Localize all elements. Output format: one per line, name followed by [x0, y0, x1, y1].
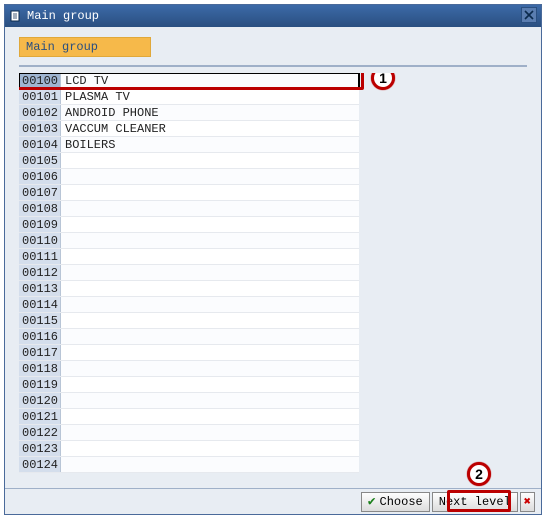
list-row[interactable]: 00109	[19, 217, 359, 233]
window-close-button[interactable]	[521, 7, 537, 23]
row-code: 00105	[19, 153, 61, 168]
list-row[interactable]: 00111	[19, 249, 359, 265]
list-row[interactable]: 00108	[19, 201, 359, 217]
row-code: 00100	[19, 73, 61, 88]
list-row[interactable]: 00115	[19, 313, 359, 329]
row-label	[61, 313, 359, 328]
row-code: 00112	[19, 265, 61, 280]
row-label	[61, 201, 359, 216]
row-label	[61, 457, 359, 472]
list-row[interactable]: 00100LCD TV	[19, 73, 359, 89]
divider	[19, 65, 527, 67]
list-row[interactable]: 00113	[19, 281, 359, 297]
row-label	[61, 377, 359, 392]
list-row[interactable]: 00107	[19, 185, 359, 201]
row-label	[61, 265, 359, 280]
footer: ✔ Choose Next level ✖	[5, 488, 541, 514]
list-row[interactable]: 00110	[19, 233, 359, 249]
row-label	[61, 425, 359, 440]
callout-1: 1	[371, 73, 395, 90]
list-row[interactable]: 00105	[19, 153, 359, 169]
list-row[interactable]: 00116	[19, 329, 359, 345]
dialog-body: Main group 00100LCD TV00101PLASMA TV0010…	[5, 27, 541, 488]
row-code: 00113	[19, 281, 61, 296]
row-code: 00122	[19, 425, 61, 440]
row-label	[61, 281, 359, 296]
row-code: 00121	[19, 409, 61, 424]
row-code: 00120	[19, 393, 61, 408]
window-title: Main group	[27, 9, 517, 23]
row-label	[61, 361, 359, 376]
next-level-button[interactable]: Next level	[432, 492, 518, 512]
row-label	[61, 345, 359, 360]
row-label: VACCUM CLEANER	[61, 121, 359, 136]
dialog: Main group Main group 00100LCD TV00101PL…	[4, 4, 542, 515]
row-label: ANDROID PHONE	[61, 105, 359, 120]
cancel-button[interactable]: ✖	[520, 492, 535, 512]
list-row[interactable]: 00104BOILERS	[19, 137, 359, 153]
row-label: BOILERS	[61, 137, 359, 152]
row-code: 00116	[19, 329, 61, 344]
row-label	[61, 249, 359, 264]
row-label: PLASMA TV	[61, 89, 359, 104]
row-label	[61, 153, 359, 168]
row-label: LCD TV	[61, 73, 359, 88]
choose-button-label: Choose	[380, 495, 423, 509]
row-code: 00104	[19, 137, 61, 152]
cancel-icon: ✖	[524, 494, 531, 509]
row-label	[61, 169, 359, 184]
group-label: Main group	[19, 37, 151, 57]
row-label	[61, 185, 359, 200]
list-row[interactable]: 00120	[19, 393, 359, 409]
list-row[interactable]: 00102ANDROID PHONE	[19, 105, 359, 121]
list-row[interactable]: 00103VACCUM CLEANER	[19, 121, 359, 137]
list-container: 00100LCD TV00101PLASMA TV00102ANDROID PH…	[19, 73, 527, 484]
list-row[interactable]: 00112	[19, 265, 359, 281]
row-label	[61, 441, 359, 456]
row-code: 00114	[19, 297, 61, 312]
list-row[interactable]: 00123	[19, 441, 359, 457]
list-row[interactable]: 00117	[19, 345, 359, 361]
row-code: 00101	[19, 89, 61, 104]
row-label	[61, 409, 359, 424]
row-code: 00106	[19, 169, 61, 184]
row-label	[61, 217, 359, 232]
list-row[interactable]: 00118	[19, 361, 359, 377]
row-code: 00123	[19, 441, 61, 456]
row-code: 00119	[19, 377, 61, 392]
row-code: 00110	[19, 233, 61, 248]
row-label	[61, 233, 359, 248]
row-code: 00109	[19, 217, 61, 232]
group-list: 00100LCD TV00101PLASMA TV00102ANDROID PH…	[19, 73, 359, 473]
list-row[interactable]: 00114	[19, 297, 359, 313]
close-icon	[524, 10, 534, 20]
list-row[interactable]: 00124	[19, 457, 359, 473]
row-code: 00124	[19, 457, 61, 472]
row-code: 00103	[19, 121, 61, 136]
list-row[interactable]: 00121	[19, 409, 359, 425]
row-label	[61, 297, 359, 312]
choose-button[interactable]: ✔ Choose	[361, 492, 430, 512]
list-row[interactable]: 00101PLASMA TV	[19, 89, 359, 105]
list-row[interactable]: 00119	[19, 377, 359, 393]
row-code: 00111	[19, 249, 61, 264]
row-code: 00108	[19, 201, 61, 216]
document-icon	[9, 9, 23, 23]
list-row[interactable]: 00106	[19, 169, 359, 185]
row-code: 00115	[19, 313, 61, 328]
row-code: 00118	[19, 361, 61, 376]
check-icon: ✔	[368, 494, 376, 509]
row-code: 00107	[19, 185, 61, 200]
list-row[interactable]: 00122	[19, 425, 359, 441]
row-code: 00102	[19, 105, 61, 120]
next-level-button-label: Next level	[439, 495, 511, 509]
row-code: 00117	[19, 345, 61, 360]
row-label	[61, 329, 359, 344]
titlebar: Main group	[5, 5, 541, 27]
row-label	[61, 393, 359, 408]
